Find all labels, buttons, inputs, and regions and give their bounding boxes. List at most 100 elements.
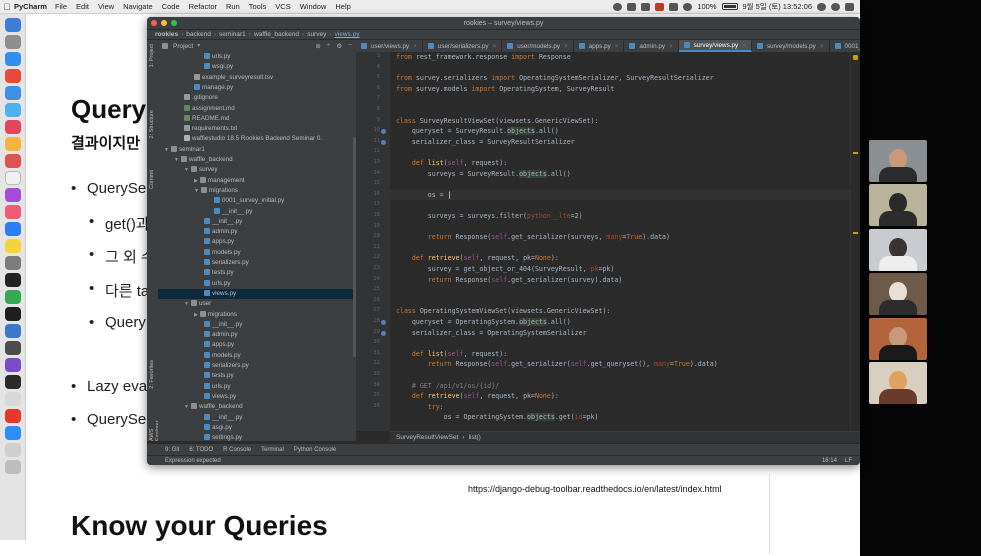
messages-icon[interactable] — [4, 103, 21, 117]
participant-video[interactable] — [869, 184, 927, 226]
menu-edit[interactable]: Edit — [76, 2, 89, 11]
tree-file[interactable]: manage.py — [158, 83, 356, 93]
datagrip-icon[interactable] — [4, 375, 21, 389]
tree-file[interactable]: asgi.py — [158, 423, 356, 433]
tree-file[interactable]: models.py — [158, 248, 356, 258]
tree-folder[interactable]: ▼ survey — [158, 165, 356, 175]
close-tab-icon[interactable]: × — [742, 42, 746, 49]
control-center-icon[interactable] — [845, 2, 854, 11]
participant-video[interactable] — [869, 140, 927, 182]
calendar-icon[interactable] — [4, 154, 21, 168]
safari-icon[interactable] — [4, 52, 21, 66]
breadcrumb-item[interactable]: backend — [186, 31, 211, 38]
chrome-icon[interactable] — [4, 69, 21, 83]
app-icon[interactable] — [4, 290, 21, 304]
menu-code[interactable]: Code — [162, 2, 180, 11]
tree-file[interactable]: apps.py — [158, 237, 356, 247]
tree-file[interactable]: __init__.py — [158, 207, 356, 217]
chevron-down-icon[interactable]: ▼ — [184, 404, 189, 410]
tree-file[interactable]: admin.py — [158, 330, 356, 340]
tree-file[interactable]: README.md — [158, 114, 356, 124]
close-tab-icon[interactable]: × — [413, 43, 417, 50]
terminal-icon[interactable] — [4, 273, 21, 287]
tree-folder[interactable]: ▼ seminar1 — [158, 145, 356, 155]
menu-tools[interactable]: Tools — [249, 2, 267, 11]
tree-file[interactable]: example_surveyresult.tsv — [158, 73, 356, 83]
tree-file[interactable]: settings.py — [158, 433, 356, 441]
breadcrumb-item-active[interactable]: views.py — [335, 31, 360, 38]
app-icon[interactable] — [4, 324, 21, 338]
sync-icon[interactable] — [627, 2, 637, 11]
downloads-icon[interactable] — [4, 443, 21, 457]
gear-icon[interactable]: ⚙ — [336, 42, 342, 50]
editor-scrollbar[interactable] — [850, 52, 860, 431]
menu-vcs[interactable]: VCS — [275, 2, 290, 11]
menu-clock[interactable]: 9월 5일 (토) 13:52:06 — [743, 1, 812, 12]
music-icon[interactable] — [4, 205, 21, 219]
inspection-icon[interactable] — [853, 55, 858, 60]
zoom-icon[interactable] — [4, 426, 21, 440]
chevron-down-icon[interactable]: ▼ — [164, 147, 169, 153]
editor-tab[interactable]: 0001_survey_× — [830, 40, 860, 52]
menu-window[interactable]: Window — [300, 2, 327, 11]
settings-icon[interactable] — [4, 256, 21, 270]
tree-file[interactable]: urls.py — [158, 279, 356, 289]
code-crumb-class[interactable]: SurveyResultViewSet — [396, 434, 458, 441]
tree-file[interactable]: views.py — [158, 288, 356, 299]
tree-file[interactable]: 0001_survey_initial.py — [158, 196, 356, 206]
participant-video[interactable] — [869, 318, 927, 360]
override-marker-icon[interactable] — [381, 139, 386, 145]
tree-file[interactable]: serializers.py — [158, 258, 356, 268]
tree-file[interactable]: models.py — [158, 351, 356, 361]
line-separator[interactable]: LF — [845, 458, 852, 464]
tree-file[interactable]: waffiestudio 18.5 Rookies Backend Semina… — [158, 134, 356, 144]
editor-tab[interactable]: survey/views.py × — [678, 40, 752, 52]
editor-tab[interactable]: apps.py × — [574, 40, 625, 52]
project-tool-tab[interactable]: 1: Project — [149, 44, 155, 67]
project-dropdown[interactable]: Project — [173, 43, 193, 50]
code-editor[interactable]: from rest_framework.response import Resp… — [390, 52, 850, 431]
tree-file[interactable]: assignment.md — [158, 104, 356, 114]
tree-file[interactable]: requirements.txt — [158, 124, 356, 134]
error-stripe-mark[interactable] — [853, 152, 858, 154]
caret-position[interactable]: 16:14 — [822, 458, 837, 464]
commit-tool-tab[interactable]: Commit — [149, 170, 155, 189]
locate-icon[interactable]: ⊕ — [315, 42, 320, 50]
tree-file[interactable]: wsgi.py — [158, 62, 356, 72]
tree-folder[interactable]: ▼ waffle_backend — [158, 155, 356, 165]
bluetooth-icon[interactable] — [669, 2, 679, 11]
kakaotalk-icon[interactable] — [4, 239, 21, 253]
keyboard-icon[interactable] — [641, 2, 651, 11]
wifi-icon[interactable] — [683, 2, 693, 11]
participant-video[interactable] — [869, 273, 927, 315]
participant-video[interactable] — [869, 229, 927, 271]
tree-folder[interactable]: ▼ user — [158, 299, 356, 309]
participant-video[interactable] — [869, 362, 927, 404]
app-icon[interactable] — [4, 358, 21, 372]
app-menu[interactable]: PyCharm — [14, 2, 47, 11]
finder-icon[interactable] — [4, 18, 21, 32]
breadcrumb-item[interactable]: seminar1 — [219, 31, 246, 38]
close-tab-icon[interactable]: × — [615, 43, 619, 50]
notes-icon[interactable] — [4, 137, 21, 151]
python-console-button[interactable]: Python Console — [294, 447, 336, 453]
siri-icon[interactable] — [831, 2, 840, 11]
chevron-right-icon[interactable]: ▶ — [194, 312, 198, 318]
close-tab-icon[interactable]: × — [493, 43, 497, 50]
podcasts-icon[interactable] — [4, 188, 21, 202]
error-stripe-mark[interactable] — [853, 232, 858, 234]
collapse-icon[interactable]: ÷ — [327, 42, 331, 50]
mail-icon[interactable] — [4, 86, 21, 100]
menu-run[interactable]: Run — [226, 2, 240, 11]
pycharm-icon[interactable] — [4, 307, 21, 321]
search-icon[interactable] — [817, 2, 826, 11]
app-icon[interactable] — [4, 409, 21, 423]
chevron-down-icon[interactable]: ▼ — [194, 188, 199, 194]
structure-tool-tab[interactable]: 2: Structure — [149, 110, 155, 138]
trash-icon[interactable] — [4, 460, 21, 474]
reminders-icon[interactable] — [4, 171, 21, 185]
editor-tab[interactable]: user/serializers.py × — [423, 40, 503, 52]
chevron-down-icon[interactable]: ▼ — [184, 301, 189, 307]
favorites-tool-tab[interactable]: 2: Favorites — [149, 360, 155, 389]
chevron-down-icon[interactable]: ▼ — [174, 157, 179, 163]
